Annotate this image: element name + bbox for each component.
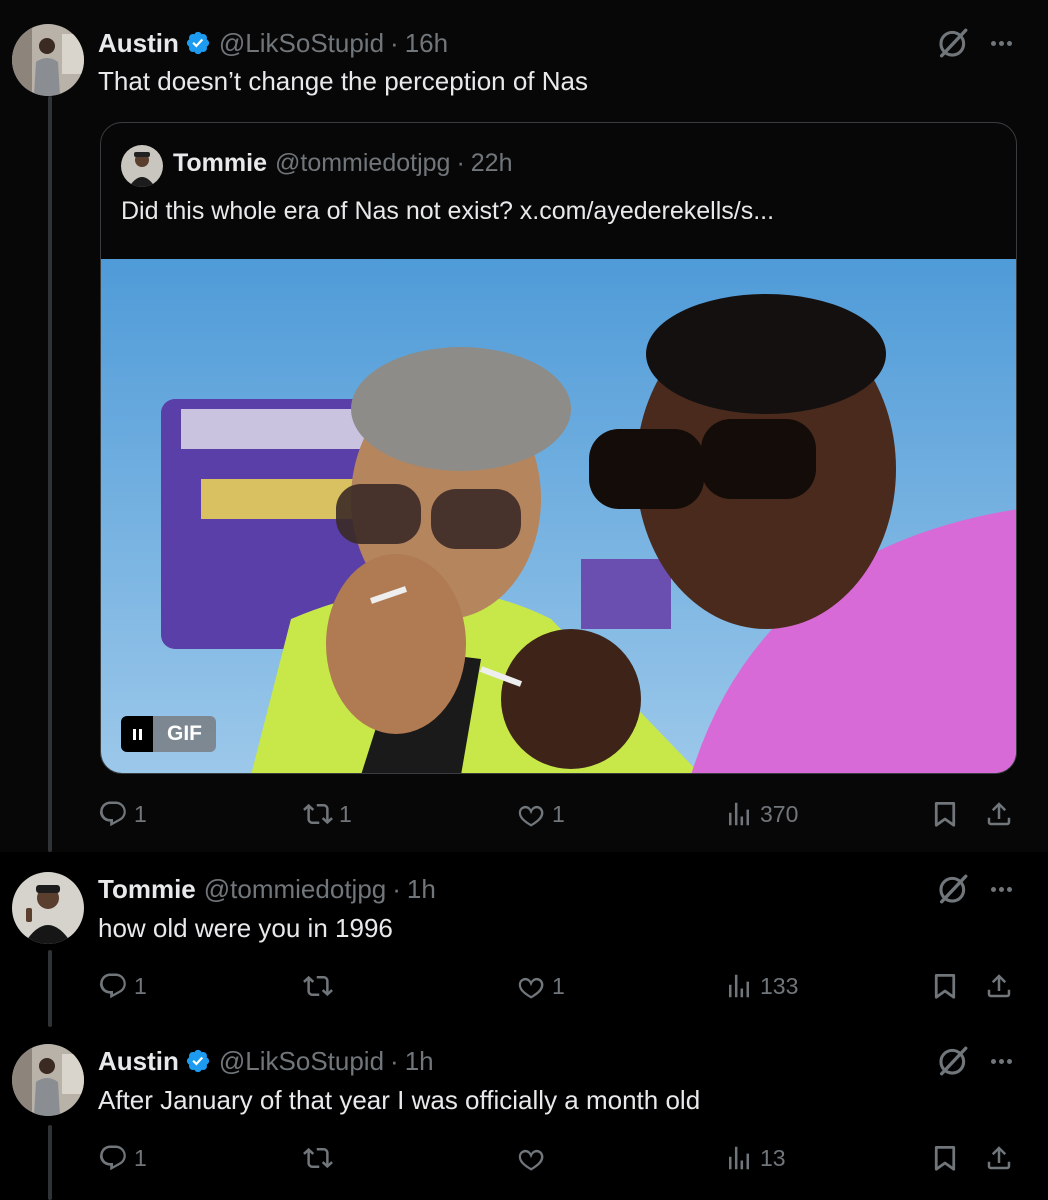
avatar-austin[interactable] [12, 24, 84, 96]
reply-icon [98, 1143, 128, 1173]
reply-button[interactable]: 1 [98, 966, 147, 1006]
display-name[interactable]: Austin [98, 1046, 179, 1077]
display-name[interactable]: Tommie [98, 874, 196, 905]
quote-timestamp: 22h [470, 149, 513, 177]
like-icon [516, 971, 546, 1001]
views-count: 370 [760, 800, 799, 827]
share-icon [984, 1143, 1014, 1173]
more-icon[interactable] [984, 872, 1018, 906]
tweet-actions: 1 13 [98, 1138, 1028, 1178]
bookmark-button[interactable] [930, 966, 960, 1006]
quoted-tweet[interactable]: Tommie @tommiedotjpg · 22h Did this whol… [100, 122, 1017, 774]
reply-count: 1 [134, 1144, 147, 1171]
like-count: 1 [552, 972, 565, 999]
share-icon [984, 971, 1014, 1001]
reply-button[interactable]: 1 [98, 1138, 147, 1178]
grok-icon[interactable] [936, 872, 970, 906]
reply-count: 1 [134, 972, 147, 999]
views-icon [724, 1143, 754, 1173]
gif-label: GIF [153, 716, 216, 752]
views-button[interactable]: 133 [724, 966, 798, 1006]
like-icon [516, 799, 546, 829]
bookmark-button[interactable] [930, 1138, 960, 1178]
thread-line [48, 950, 52, 1027]
like-icon [516, 1143, 546, 1173]
share-icon [984, 799, 1014, 829]
reply-button[interactable]: 1 [98, 794, 147, 834]
repost-count: 1 [339, 800, 352, 827]
reply-count: 1 [134, 800, 147, 827]
like-button[interactable]: 1 [516, 966, 565, 1006]
timestamp[interactable]: 16h [405, 28, 448, 59]
gif-media[interactable]: GIF [101, 259, 1016, 773]
like-button[interactable]: 1 [516, 794, 565, 834]
verified-badge-icon [185, 1048, 211, 1074]
views-count: 133 [760, 972, 799, 999]
more-icon[interactable] [984, 1044, 1018, 1078]
tweet-text: After January of that year I was officia… [98, 1085, 701, 1115]
avatar-tommie-quote [121, 145, 163, 187]
tweet-header: Tommie @tommiedotjpg · 1h [98, 871, 436, 907]
tweet-text: how old were you in 1996 [98, 913, 393, 943]
pause-icon[interactable] [121, 716, 153, 752]
reply-icon [98, 799, 128, 829]
timestamp[interactable]: 1h [407, 874, 436, 905]
quote-text: Did this whole era of Nas not exist? x.c… [121, 197, 775, 225]
user-handle[interactable]: @LikSoStupid [219, 1046, 384, 1077]
grok-icon[interactable] [936, 26, 970, 60]
tweet-austin-reply[interactable]: Austin @LikSoStupid · 1h After January o… [0, 1027, 1048, 1200]
quote-display-name: Tommie [173, 149, 267, 177]
repost-button[interactable] [303, 966, 339, 1006]
timestamp[interactable]: 1h [405, 1046, 434, 1077]
avatar-austin[interactable] [12, 1044, 84, 1116]
share-button[interactable] [984, 1138, 1014, 1178]
avatar-tommie[interactable] [12, 872, 84, 944]
tweet-header: Austin @LikSoStupid · 16h [98, 25, 448, 61]
repost-button[interactable] [303, 1138, 339, 1178]
tweet-header: Austin @LikSoStupid · 1h [98, 1043, 434, 1079]
like-button[interactable] [516, 1138, 552, 1178]
bookmark-icon [930, 971, 960, 1001]
grok-icon[interactable] [936, 1044, 970, 1078]
separator: · [390, 27, 399, 58]
views-button[interactable]: 13 [724, 1138, 786, 1178]
share-button[interactable] [984, 966, 1014, 1006]
reply-icon [98, 971, 128, 1001]
bookmark-icon [930, 1143, 960, 1173]
views-button[interactable]: 370 [724, 794, 798, 834]
user-handle[interactable]: @tommiedotjpg [204, 874, 386, 905]
bookmark-button[interactable] [930, 794, 960, 834]
quote-header: Tommie @tommiedotjpg · 22h [173, 149, 513, 178]
repost-icon [303, 799, 333, 829]
views-icon [724, 971, 754, 1001]
more-icon[interactable] [984, 26, 1018, 60]
like-count: 1 [552, 800, 565, 827]
tweet-text: That doesn’t change the perception of Na… [98, 66, 588, 96]
tweet-actions: 1 1 1 370 [98, 794, 1028, 834]
tweet-tommie-reply[interactable]: Tommie @tommiedotjpg · 1h how old were y… [0, 852, 1048, 1027]
quote-separator: · [456, 149, 465, 177]
display-name[interactable]: Austin [98, 28, 179, 59]
repost-icon [303, 1143, 333, 1173]
bookmark-icon [930, 799, 960, 829]
share-button[interactable] [984, 794, 1014, 834]
views-count: 13 [760, 1144, 786, 1171]
thread-line [48, 96, 52, 852]
gif-badge[interactable]: GIF [121, 716, 216, 752]
tweet-actions: 1 1 133 [98, 966, 1028, 1006]
thread-line [48, 1125, 52, 1200]
separator: · [390, 1045, 399, 1076]
views-icon [724, 799, 754, 829]
tweet-austin-main[interactable]: Austin @LikSoStupid · 16h That doesn’t c… [0, 0, 1048, 852]
repost-icon [303, 971, 333, 1001]
user-handle[interactable]: @LikSoStupid [219, 28, 384, 59]
repost-button[interactable]: 1 [303, 794, 352, 834]
separator: · [392, 873, 401, 904]
verified-badge-icon [185, 30, 211, 56]
quote-handle: @tommiedotjpg [275, 149, 451, 177]
